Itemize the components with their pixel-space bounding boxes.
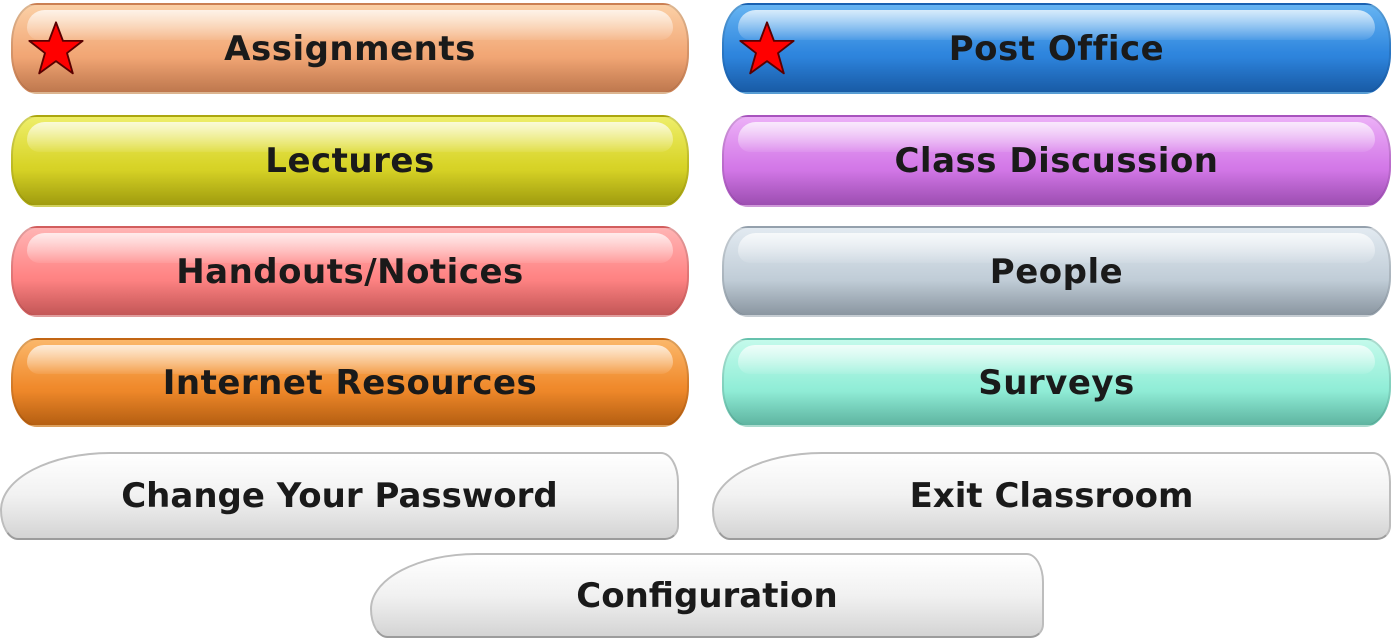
class-discussion-label: Class Discussion — [894, 141, 1219, 181]
exit-classroom-button[interactable]: Exit Classroom — [712, 452, 1391, 540]
change-password-label: Change Your Password — [121, 476, 558, 516]
people-label: People — [989, 251, 1124, 292]
internet-resources-label: Internet Resources — [162, 362, 538, 403]
people-button[interactable]: People — [722, 226, 1391, 317]
post-office-label: Post Office — [948, 28, 1165, 69]
surveys-label: Surveys — [978, 362, 1135, 403]
lectures-button[interactable]: Lectures — [11, 115, 689, 207]
handouts-notices-button[interactable]: Handouts/Notices — [11, 226, 689, 317]
configuration-label: Configuration — [576, 575, 838, 616]
configuration-button[interactable]: Configuration — [370, 553, 1044, 638]
handouts-notices-label: Handouts/Notices — [176, 251, 524, 292]
post-office-button[interactable]: Post Office — [722, 3, 1391, 94]
assignments-button[interactable]: Assignments — [11, 3, 689, 94]
internet-resources-button[interactable]: Internet Resources — [11, 338, 689, 427]
star-icon — [28, 20, 84, 74]
surveys-button[interactable]: Surveys — [722, 338, 1391, 427]
lectures-label: Lectures — [265, 141, 435, 181]
assignments-label: Assignments — [224, 28, 476, 69]
change-password-button[interactable]: Change Your Password — [0, 452, 679, 540]
class-discussion-button[interactable]: Class Discussion — [722, 115, 1391, 207]
star-icon — [739, 20, 795, 74]
exit-classroom-label: Exit Classroom — [909, 476, 1194, 516]
